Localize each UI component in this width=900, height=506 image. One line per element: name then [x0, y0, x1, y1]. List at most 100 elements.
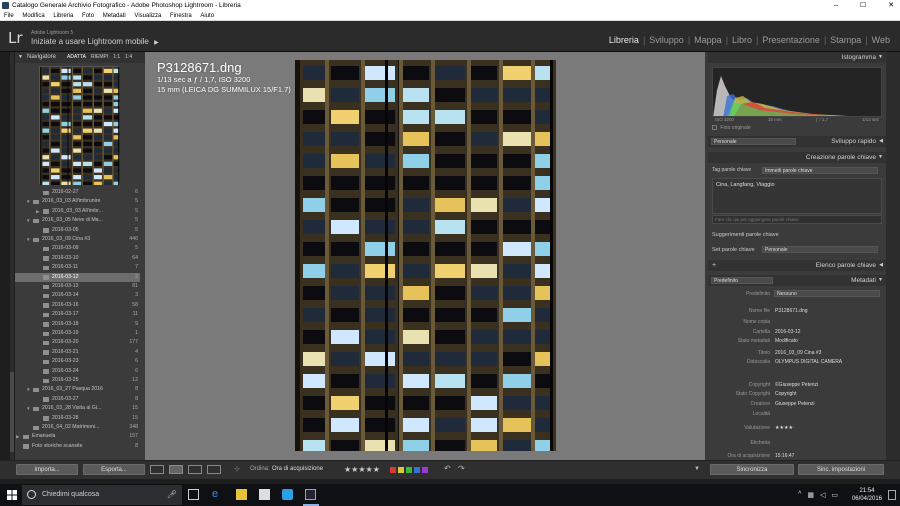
metadata-value[interactable]: ©Giuseppe Petenzi — [775, 382, 818, 388]
disclosure-right-icon[interactable]: ▶ — [36, 207, 39, 216]
rotate-left-icon[interactable]: ↶ — [444, 464, 451, 473]
metadata-value[interactable]: 15:16:47 — [775, 453, 794, 459]
survey-view-icon[interactable] — [207, 465, 221, 474]
metadata-value[interactable]: 2016-03-12 — [775, 329, 801, 335]
module-stampa[interactable]: Stampa — [826, 35, 865, 45]
color-label-red[interactable] — [390, 467, 396, 473]
maximize-button[interactable]: ☐ — [860, 0, 866, 11]
folder-item[interactable]: 2016-03-12 2 — [15, 272, 140, 282]
folder-item[interactable]: ▶ 2016_03_03 All'imbr... 5 — [15, 207, 140, 216]
mobile-link[interactable]: Iniziate a usare Lightroom mobile ▶ — [31, 37, 159, 46]
color-label-green[interactable] — [406, 467, 412, 473]
left-panel-scrollbar[interactable] — [10, 52, 14, 460]
folder-item[interactable]: 2016-03-27 8 — [15, 395, 140, 404]
grid-view-icon[interactable] — [150, 465, 164, 474]
disclosure-down-icon[interactable]: ▼ — [26, 197, 30, 206]
module-libro[interactable]: Libro — [728, 35, 756, 45]
skype-icon[interactable] — [282, 489, 293, 500]
folder-item[interactable]: 2016-03-11 7 — [15, 263, 140, 272]
histogram[interactable] — [712, 67, 882, 117]
compare-view-icon[interactable] — [188, 465, 202, 474]
folder-item[interactable]: 2016-03-05 5 — [15, 226, 140, 235]
keywording-header[interactable]: Creazione parole chiave ▼ — [708, 152, 886, 163]
disclosure-down-icon[interactable]: ▼ — [26, 385, 30, 394]
folder-item[interactable]: ▼ 2016_03_03 All'imbrunire 5 — [15, 197, 140, 206]
microphone-icon[interactable]: 🎤︎ — [167, 490, 177, 499]
keyword-tags-mode[interactable]: Immetti parole chiave — [762, 167, 878, 174]
volume-icon[interactable]: ◁ — [820, 491, 825, 499]
metadata-value[interactable]: Modificato — [775, 338, 798, 344]
keyword-suggestions[interactable]: Suggerimenti parole chiave — [712, 232, 779, 238]
lightroom-task-icon[interactable] — [305, 489, 316, 500]
folder-item[interactable]: 2016-03-14 3 — [15, 291, 140, 300]
painter-icon[interactable]: ⊹ — [234, 465, 240, 473]
keyword-set-select[interactable]: Personale — [762, 246, 878, 253]
sort-select[interactable]: Ora di acquisizione — [272, 466, 323, 472]
navigator-preview[interactable] — [39, 66, 120, 186]
folder-item[interactable]: ▼ 2016_03_28 Visita al Gi... 15 — [15, 404, 140, 413]
zoom-fill[interactable]: RIEMPI — [91, 52, 108, 63]
folder-item[interactable]: Foto storiche scansite 8 — [15, 442, 140, 451]
module-presentazione[interactable]: Presentazione — [758, 35, 824, 45]
rating-stars[interactable]: ★★★★★ — [344, 465, 380, 474]
folder-item[interactable]: ▼ 2016_03_27 Pasqua 2016 8 — [15, 385, 140, 394]
quick-develop-header[interactable]: Personale Sviluppo rapido ◀ — [708, 136, 886, 147]
folder-item[interactable]: 2016-03-20 177 — [15, 338, 140, 347]
menu-foto[interactable]: Foto — [82, 13, 94, 19]
add-keywords-input[interactable]: Fare clic qui per aggiungere parole chia… — [712, 215, 882, 224]
folder-item[interactable]: 2016_04_02 Matrimoni... 348 — [15, 423, 140, 432]
folder-item[interactable]: 2016-02-27 6 — [15, 188, 140, 197]
minimize-button[interactable]: – — [834, 0, 838, 11]
disclosure-right-icon[interactable]: ▶ — [16, 432, 19, 441]
folder-item[interactable]: 2016-03-13 81 — [15, 282, 140, 291]
module-sviluppo[interactable]: Sviluppo — [645, 35, 688, 45]
folder-item[interactable]: 2016-03-09 5 — [15, 244, 140, 253]
folder-item[interactable]: ▼ 2016_03_05 Neve di Ma... 5 — [15, 216, 140, 225]
metadata-value[interactable]: 2016_03_09 Cina #3 — [775, 350, 821, 356]
keyboard-icon[interactable]: ▭ — [831, 491, 838, 499]
notifications-icon[interactable] — [888, 490, 896, 500]
metadata-preset-select[interactable]: Nessuno — [774, 290, 880, 297]
clock[interactable]: 21:54 06/04/2016 — [852, 487, 882, 503]
module-mappa[interactable]: Mappa — [690, 35, 726, 45]
zoom-fit[interactable]: ADATTA — [67, 52, 86, 63]
rotate-right-icon[interactable]: ↷ — [458, 464, 465, 473]
menu-finestra[interactable]: Finestra — [170, 13, 192, 19]
import-button[interactable]: Importa... — [16, 464, 78, 475]
sync-settings-button[interactable]: Sinc. impostazioni — [798, 464, 884, 475]
sync-button[interactable]: Sincronizza — [710, 464, 794, 475]
folder-item[interactable]: 2016-03-21 4 — [15, 348, 140, 357]
folder-item[interactable]: ▼ 2016_03_09 Cina #3 446 — [15, 235, 140, 244]
menu-modifica[interactable]: Modifica — [22, 13, 44, 19]
menu-file[interactable]: File — [4, 13, 14, 19]
export-button[interactable]: Esporta... — [83, 464, 145, 475]
folder-item[interactable]: 2016-03-19 1 — [15, 329, 140, 338]
keyword-list-header[interactable]: + Elenco parole chiave ◀ — [708, 260, 886, 271]
folder-item[interactable]: 2016-03-10 64 — [15, 254, 140, 263]
color-label-yellow[interactable] — [398, 467, 404, 473]
keyword-textarea[interactable]: Cina, Langfang, Viaggio — [712, 178, 882, 214]
folder-item[interactable]: 2016-03-18 9 — [15, 320, 140, 329]
main-photo[interactable] — [295, 60, 556, 451]
disclosure-down-icon[interactable]: ▼ — [26, 235, 30, 244]
folder-item[interactable]: ▶ Emanuela 157 — [15, 432, 140, 441]
folder-item[interactable]: 2016-03-25 12 — [15, 376, 140, 385]
zoom-1-1[interactable]: 1:1 — [113, 52, 120, 63]
task-view-icon[interactable] — [188, 489, 199, 500]
menu-aiuto[interactable]: Aiuto — [200, 13, 214, 19]
loupe-view-icon[interactable] — [169, 465, 183, 474]
store-icon[interactable] — [259, 489, 270, 500]
color-label-purple[interactable] — [422, 467, 428, 473]
metadata-value[interactable]: ★★★★· — [775, 425, 795, 431]
network-icon[interactable]: ▦ — [807, 491, 814, 499]
windows-start-icon[interactable] — [7, 490, 17, 500]
menu-metadati[interactable]: Metadati — [103, 13, 126, 19]
module-web[interactable]: Web — [868, 35, 894, 45]
toolbar-menu-icon[interactable]: ▼ — [694, 466, 700, 472]
module-libreria[interactable]: Libreria — [605, 35, 643, 45]
folder-item[interactable]: 2016-03-28 15 — [15, 414, 140, 423]
close-button[interactable]: ✕ — [888, 0, 894, 11]
tray-expand-icon[interactable]: ^ — [798, 491, 801, 499]
histogram-header[interactable]: Istogramma ▼ — [708, 52, 886, 63]
metadata-value[interactable]: P3128671.dng — [775, 308, 808, 314]
